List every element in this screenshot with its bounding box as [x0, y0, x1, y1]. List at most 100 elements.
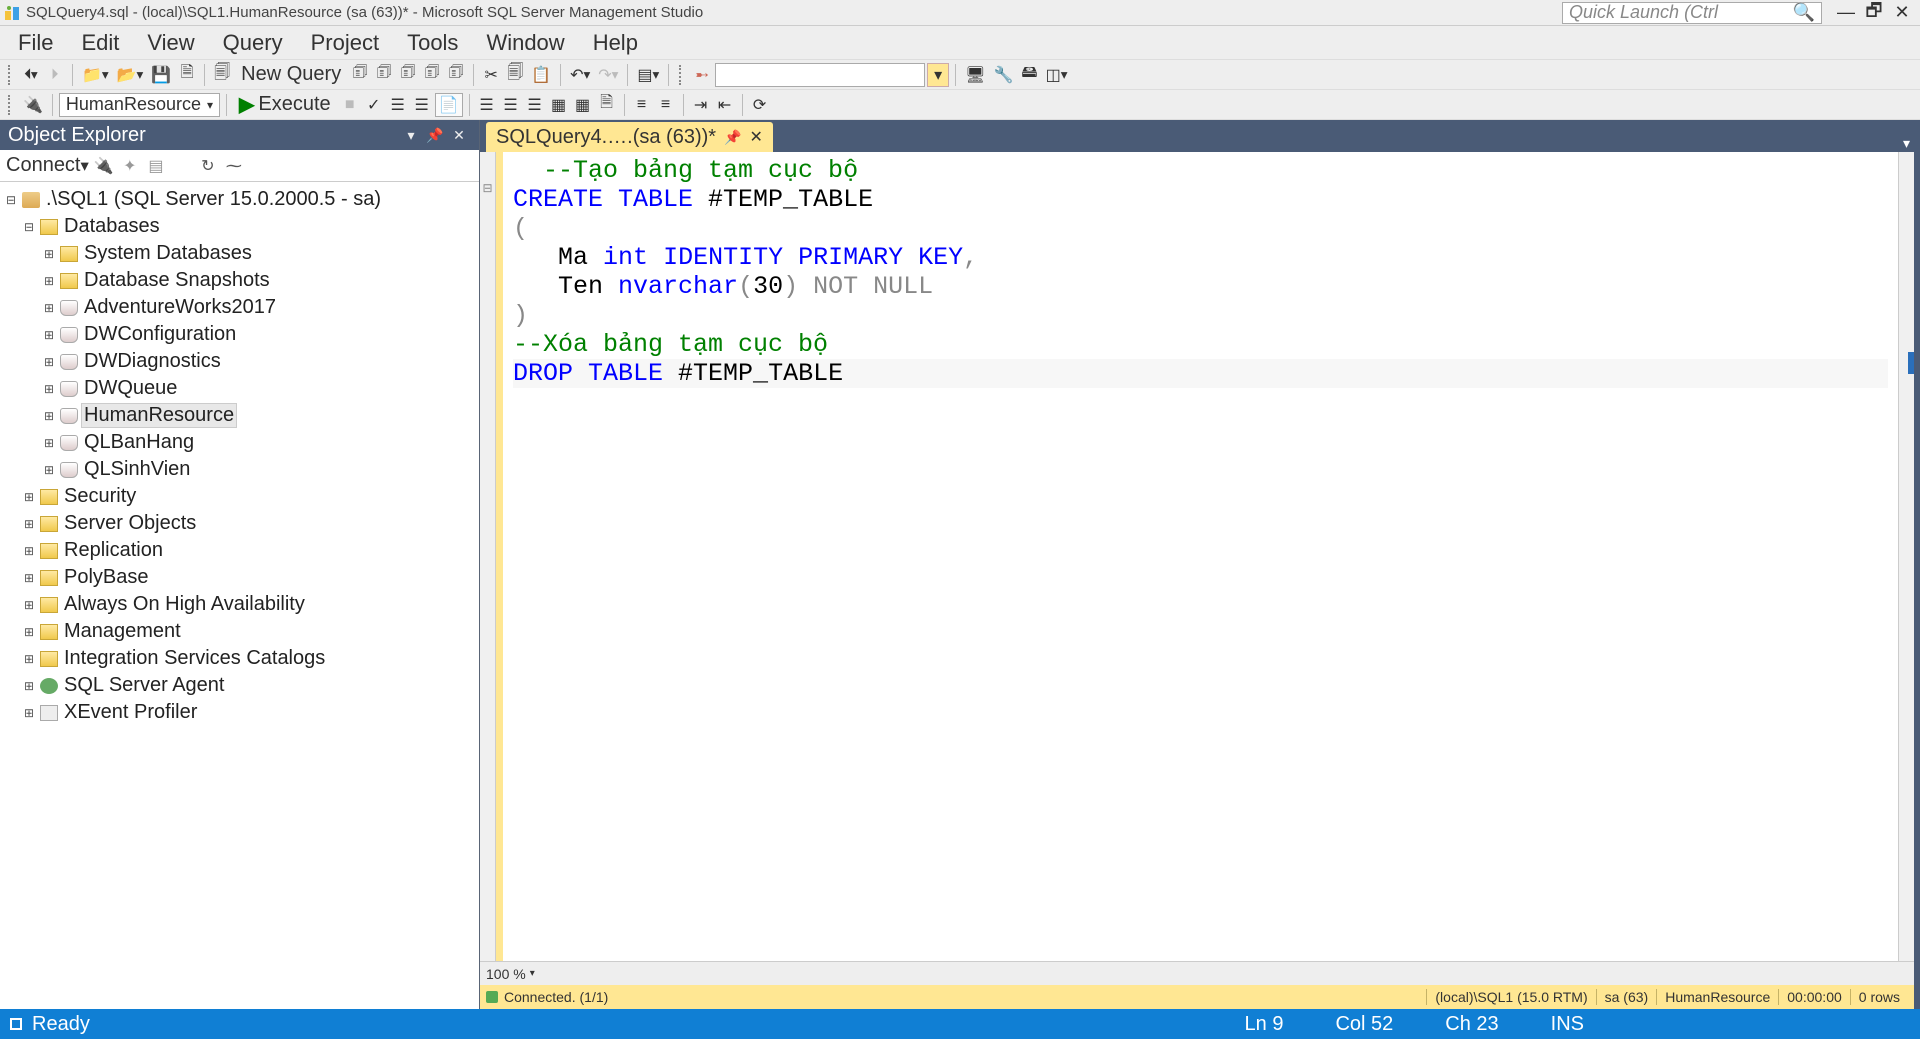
outline-toggle[interactable] [480, 326, 495, 355]
menu-window[interactable]: Window [472, 26, 578, 60]
undo-button[interactable]: ↶▾ [567, 63, 593, 87]
node-label[interactable]: Databases [62, 215, 162, 238]
tree-node[interactable]: ⊞ DWQueue [2, 375, 477, 402]
expand-icon[interactable]: ⊞ [22, 517, 36, 531]
template-button[interactable]: ◫▾ [1043, 63, 1071, 87]
live-stats-button[interactable]: ☰ [500, 93, 522, 117]
refresh-button[interactable]: ↻ [197, 155, 219, 177]
code-editor[interactable]: --Tạo bảng tạm cục bộCREATE TABLE #TEMP_… [503, 152, 1898, 961]
filter-caret[interactable]: 🝸 [171, 155, 193, 177]
properties-button[interactable]: 🔧 [990, 63, 1016, 87]
menu-query[interactable]: Query [209, 26, 297, 60]
results-file-button[interactable]: 🗎 [596, 93, 618, 117]
disconnect-button[interactable]: 🔌 [93, 155, 115, 177]
tree-node[interactable]: ⊞ HumanResource [2, 402, 477, 429]
expand-icon[interactable]: ⊞ [42, 328, 56, 342]
tree-node[interactable]: ⊞Always On High Availability [2, 591, 477, 618]
node-label[interactable]: .\SQL1 (SQL Server 15.0.2000.5 - sa) [44, 188, 383, 211]
tree-node[interactable]: ⊞ DWDiagnostics [2, 348, 477, 375]
outline-toggle[interactable] [480, 384, 495, 413]
menu-file[interactable]: File [4, 26, 67, 60]
expand-icon[interactable]: ⊞ [22, 679, 36, 693]
node-label[interactable]: DWQueue [82, 377, 179, 400]
toolbar-grip[interactable] [8, 65, 14, 85]
menu-project[interactable]: Project [297, 26, 393, 60]
save-all-button[interactable]: 🗎 [176, 63, 198, 87]
save-button[interactable]: 💾 [148, 63, 174, 87]
quick-launch-input[interactable]: Quick Launch (Ctrl 🔍 [1562, 2, 1822, 24]
find-combo[interactable] [715, 63, 925, 87]
find-button[interactable]: ➸ [691, 63, 713, 87]
restore-button[interactable]: 🗗 [1860, 0, 1888, 28]
connect-button[interactable]: Connect▾ [6, 154, 89, 177]
tree-node[interactable]: ⊟ Databases [2, 213, 477, 240]
comment-button[interactable]: ≡ [631, 93, 653, 117]
engine-query-button[interactable]: 🗊 [349, 63, 371, 87]
tree-node[interactable]: ⊞Security [2, 483, 477, 510]
node-label[interactable]: DWConfiguration [82, 323, 238, 346]
expand-icon[interactable]: ⊞ [42, 355, 56, 369]
tree-node[interactable]: ⊞ AdventureWorks2017 [2, 294, 477, 321]
mdx-query-button[interactable]: 🗊 [373, 63, 395, 87]
outline-toggle[interactable] [480, 239, 495, 268]
tree-node[interactable]: ⊞QLSinhVien [2, 456, 477, 483]
node-label[interactable]: AdventureWorks2017 [82, 296, 278, 319]
minimize-button[interactable]: — [1832, 2, 1860, 23]
outline-toggle[interactable] [480, 355, 495, 384]
zoom-caret[interactable]: ▾ [530, 968, 535, 979]
expand-icon[interactable]: ⊟ [4, 193, 18, 207]
outdent-button[interactable]: ⇤ [714, 93, 736, 117]
actual-plan-button[interactable]: ☰ [476, 93, 498, 117]
other-query-button[interactable]: 🗊 [445, 63, 467, 87]
nav-forward-button[interactable]: 🞂 [44, 63, 66, 87]
expand-icon[interactable]: ⊟ [22, 220, 36, 234]
specify-values-button[interactable]: ⟳ [749, 93, 771, 117]
close-button[interactable]: ✕ [1888, 2, 1916, 23]
tree-node[interactable]: ⊟ .\SQL1 (SQL Server 15.0.2000.5 - sa) [2, 186, 477, 213]
paste-button[interactable]: 📋 [528, 63, 554, 87]
object-tree[interactable]: ⊟ .\SQL1 (SQL Server 15.0.2000.5 - sa) ⊟ Da… [0, 182, 479, 1009]
expand-icon[interactable]: ⊞ [42, 436, 56, 450]
expand-icon[interactable]: ⊞ [42, 382, 56, 396]
tree-node[interactable]: ⊞System Databases [2, 240, 477, 267]
node-label[interactable]: Replication [62, 539, 165, 562]
node-label[interactable]: Integration Services Catalogs [62, 647, 327, 670]
cancel-query-button[interactable]: ■ [339, 93, 361, 117]
database-dropdown[interactable]: HumanResource ▾ [59, 93, 220, 117]
expand-icon[interactable]: ⊞ [42, 301, 56, 315]
tab-close-button[interactable]: ✕ [750, 127, 763, 147]
find-caret[interactable]: ▾ [927, 63, 949, 87]
tree-node[interactable]: ⊞ Server Objects [2, 510, 477, 537]
copy-button[interactable]: 🗐 [504, 63, 526, 87]
tree-node[interactable]: ⊞Integration Services Catalogs [2, 645, 477, 672]
expand-icon[interactable]: ⊞ [42, 463, 56, 477]
panel-close-button[interactable]: ✕ [447, 127, 471, 144]
node-label[interactable]: DWDiagnostics [82, 350, 223, 373]
node-label[interactable]: System Databases [82, 242, 254, 265]
menu-view[interactable]: View [133, 26, 208, 60]
expand-icon[interactable]: ⊞ [22, 544, 36, 558]
dmx-query-button[interactable]: 🗊 [397, 63, 419, 87]
tree-node[interactable]: ⊞XEvent Profiler [2, 699, 477, 726]
new-query-button[interactable]: New Query [235, 63, 347, 87]
execute-button[interactable]: ▶Execute [233, 93, 337, 117]
tree-node[interactable]: ⊞ Replication [2, 537, 477, 564]
expand-icon[interactable]: ⊞ [42, 409, 56, 423]
client-stats-button[interactable]: ☰ [524, 93, 546, 117]
outline-toggle[interactable] [480, 152, 495, 181]
overview-ruler[interactable] [1898, 152, 1914, 961]
outline-toggle[interactable] [480, 297, 495, 326]
outline-toggle[interactable] [480, 268, 495, 297]
node-label[interactable]: Server Objects [62, 512, 198, 535]
panel-menu-button[interactable]: ▾ [399, 127, 423, 144]
expand-icon[interactable]: ⊞ [22, 490, 36, 504]
node-label[interactable]: HumanResource [82, 404, 236, 427]
change-connection-button[interactable]: 🔌 [20, 93, 46, 117]
expand-icon[interactable]: ⊞ [22, 625, 36, 639]
toolbar-grip-2[interactable] [679, 65, 685, 85]
node-label[interactable]: SQL Server Agent [62, 674, 226, 697]
uncomment-button[interactable]: ≡ [655, 93, 677, 117]
zoom-level[interactable]: 100 % [486, 966, 526, 982]
results-text-button[interactable]: ▦ [548, 93, 570, 117]
expand-icon[interactable]: ⊞ [22, 571, 36, 585]
